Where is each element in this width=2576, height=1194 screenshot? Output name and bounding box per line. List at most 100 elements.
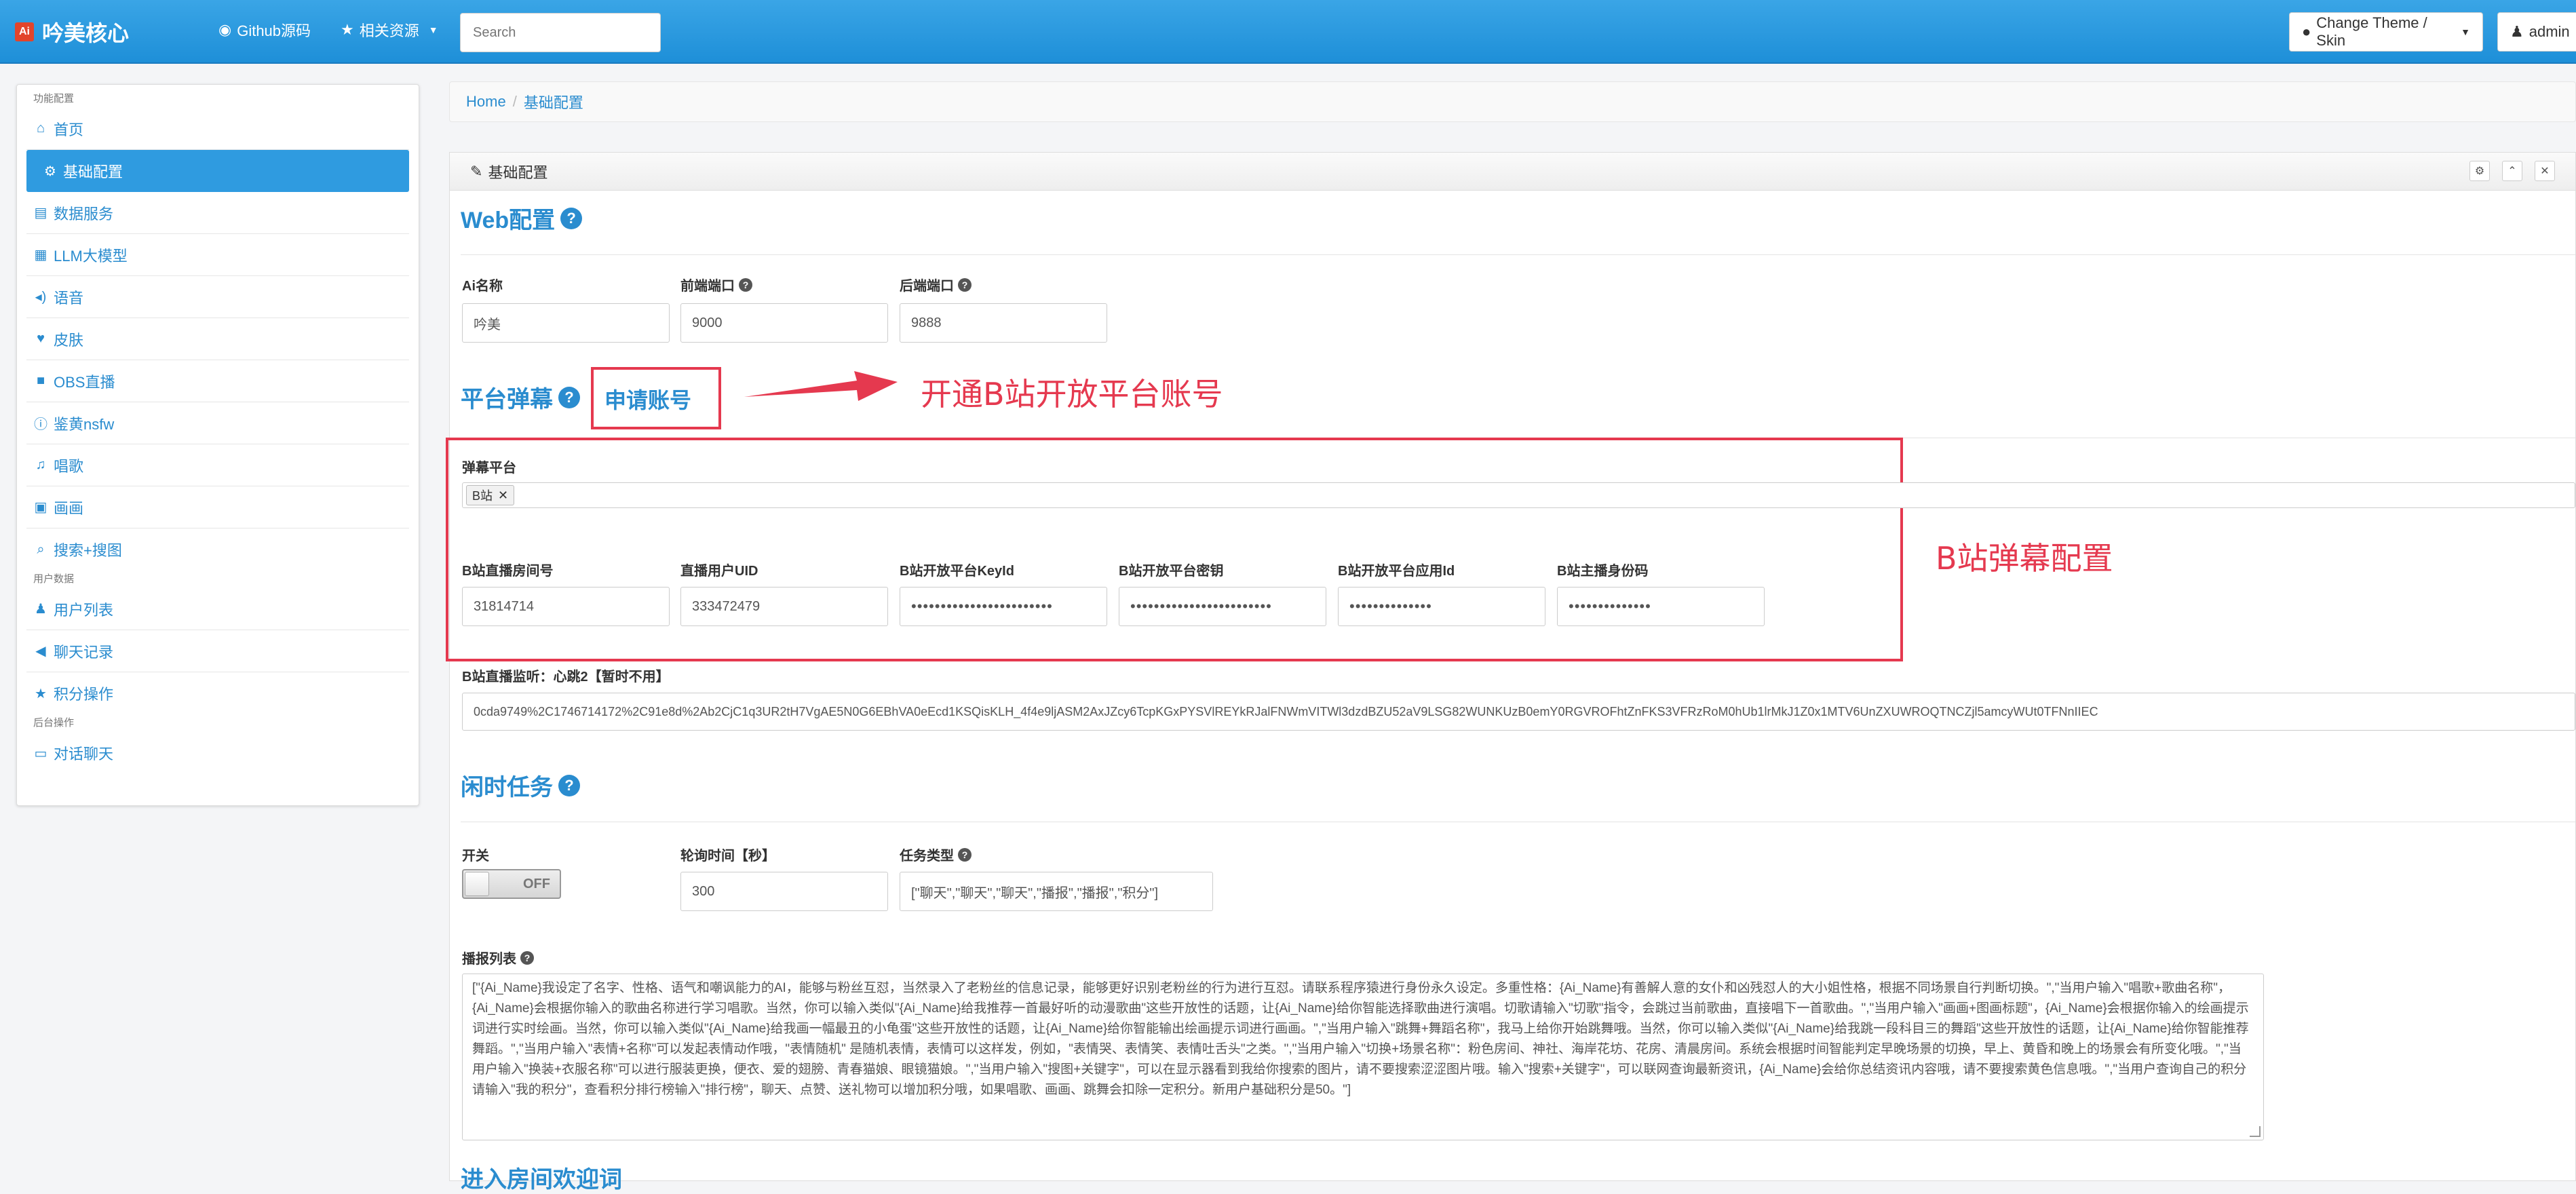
secret-input[interactable]: •••••••••••••••••••••••• — [1119, 587, 1326, 626]
back-port-label: 后端端口? — [900, 275, 972, 294]
idle-switch-toggle[interactable]: OFF — [462, 869, 561, 899]
star-icon: ★ — [341, 21, 354, 38]
keyid-input[interactable]: •••••••••••••••••••••••• — [900, 587, 1107, 626]
sidebar-item-label: 聊天记录 — [54, 643, 114, 661]
sidebar-item-points[interactable]: ★ 积分操作 — [26, 672, 409, 714]
caret-down-icon: ▼ — [428, 24, 438, 35]
sidebar-item-basic-config[interactable]: ⚙ 基础配置 — [26, 150, 409, 192]
ai-name-input[interactable]: 吟美 — [462, 303, 670, 343]
grid-icon: ▦ — [34, 248, 47, 263]
breadcrumb-home[interactable]: Home — [466, 93, 506, 111]
search-input[interactable] — [460, 13, 661, 52]
ai-name-label-text: Ai名称 — [462, 279, 503, 294]
tint-icon: ● — [2302, 23, 2311, 40]
anchor-code-label: B站主播身份码 — [1557, 560, 1648, 579]
resize-handle[interactable] — [2250, 1126, 2261, 1137]
platform-label: 弹幕平台 — [462, 457, 516, 476]
broadcast-label: 播报列表? — [462, 948, 534, 967]
help-icon[interactable]: ? — [558, 774, 580, 796]
help-icon[interactable]: ? — [958, 847, 972, 862]
keyid-label-text: B站开放平台KeyId — [900, 564, 1014, 579]
appid-input[interactable]: •••••••••••••• — [1338, 587, 1545, 626]
close-icon[interactable]: ✕ — [2535, 161, 2555, 181]
annotation-open-account: 开通B站开放平台账号 — [921, 376, 1223, 412]
help-icon[interactable]: ? — [958, 277, 972, 292]
monitor-input[interactable]: 0cda9749%2C1746714172%2C91e8d%2Ab2CjC1q3… — [462, 693, 2575, 731]
platform-multiselect[interactable] — [462, 482, 2575, 508]
idle-task-title-text: 闲时任务 — [461, 775, 553, 801]
brand[interactable]: Ai 吟美核心 — [15, 18, 129, 46]
caret-down-icon: ▼ — [2461, 26, 2470, 37]
back-port-input[interactable]: 9888 — [900, 303, 1107, 343]
uid-input[interactable]: 333472479 — [680, 587, 888, 626]
broadcast-label-text: 播报列表 — [462, 952, 516, 967]
panel-tools: ⚙ ⌃ ✕ — [2469, 161, 2555, 181]
help-icon[interactable]: ? — [520, 950, 534, 965]
sidebar-item-home[interactable]: ⌂ 首页 — [26, 108, 409, 150]
sidebar-item-nsfw[interactable]: ⓘ 鉴黄nsfw — [26, 402, 409, 444]
chevron-up-icon[interactable]: ⌃ — [2502, 161, 2522, 181]
sidebar-item-sing[interactable]: ♫ 唱歌 — [26, 444, 409, 486]
sidebar-item-user-list[interactable]: ♟ 用户列表 — [26, 588, 409, 630]
anchor-code-input[interactable]: •••••••••••••• — [1557, 587, 1765, 626]
sidebar-item-obs[interactable]: ■ OBS直播 — [26, 360, 409, 402]
broadcast-textarea[interactable]: ["{Ai_Name}我设定了名字、性格、语气和嘲讽能力的AI，能够与粉丝互怼，… — [462, 974, 2264, 1140]
close-icon[interactable]: ✕ — [498, 488, 508, 503]
panel-title: 基础配置 — [488, 163, 548, 181]
sidebar-item-chat-log[interactable]: ◀ 聊天记录 — [26, 630, 409, 672]
task-type-input[interactable]: ["聊天","聊天","聊天","播报","播报","积分"] — [900, 872, 1213, 911]
room-label-text: B站直播房间号 — [462, 564, 554, 579]
front-port-input[interactable]: 9000 — [680, 303, 888, 343]
sidebar-item-search[interactable]: ⌕ 搜索+搜图 — [26, 528, 409, 571]
user-icon: ♟ — [35, 602, 47, 617]
sidebar-item-label: 首页 — [54, 121, 84, 138]
video-icon: ■ — [36, 373, 45, 388]
sidebar-item-llm[interactable]: ▦ LLM大模型 — [26, 234, 409, 276]
web-config-title: Web配置 ? — [461, 201, 583, 235]
breadcrumb-separator: / — [512, 93, 517, 110]
sidebar-item-label: OBS直播 — [54, 373, 115, 391]
secret-label: B站开放平台密钥 — [1119, 560, 1223, 579]
sidebar-item-draw[interactable]: ▣ 画画 — [26, 486, 409, 528]
help-icon[interactable]: ? — [739, 277, 752, 292]
sidebar-item-dialog[interactable]: ▭ 对话聊天 — [26, 732, 409, 774]
help-icon[interactable]: ? — [560, 207, 583, 229]
resources-label: 相关资源 — [359, 22, 419, 39]
danmu-title: 平台弹幕 ? — [461, 381, 580, 414]
apply-account-link[interactable]: 申请账号 — [604, 383, 691, 415]
appid-label-text: B站开放平台应用Id — [1338, 564, 1455, 579]
sidebar-item-data-service[interactable]: ▤ 数据服务 — [26, 192, 409, 234]
sidebar-item-label: 皮肤 — [54, 331, 84, 349]
sidebar-item-label: 唱歌 — [54, 457, 84, 475]
github-link[interactable]: ◉ Github源码 — [218, 19, 311, 41]
sidebar: 功能配置 ⌂ 首页 ⚙ 基础配置 ▤ 数据服务 ▦ LLM大模型 ◂) 语音 ♥ 皮肤 ■ O… — [16, 84, 419, 806]
user-menu-button[interactable]: ♟ admin — [2497, 12, 2576, 52]
sidebar-item-label: 对话聊天 — [54, 746, 114, 763]
uid-label-text: 直播用户UID — [680, 564, 758, 579]
breadcrumb-current[interactable]: 基础配置 — [524, 91, 583, 113]
poll-time-label-text: 轮询时间【秒】 — [680, 849, 775, 864]
room-input[interactable]: 31814714 — [462, 587, 670, 626]
sidebar-header-user: 用户数据 — [33, 573, 75, 585]
poll-time-input[interactable]: 300 — [680, 872, 888, 911]
danmu-config-highlight-box — [446, 438, 1903, 661]
change-theme-label: Change Theme / Skin — [2316, 14, 2427, 49]
room-label: B站直播房间号 — [462, 560, 553, 579]
change-theme-button[interactable]: ● Change Theme / Skin ▼ — [2289, 12, 2483, 52]
help-icon[interactable]: ? — [558, 386, 580, 408]
settings-icon[interactable]: ⚙ — [2469, 161, 2490, 181]
home-icon: ⌂ — [36, 121, 45, 136]
edit-icon: ✎ — [470, 162, 483, 180]
resources-dropdown[interactable]: ★ 相关资源 ▼ — [341, 19, 438, 41]
divider — [461, 254, 2575, 255]
poll-time-label: 轮询时间【秒】 — [680, 845, 775, 864]
picture-icon: ▣ — [34, 500, 47, 515]
sidebar-item-voice[interactable]: ◂) 语音 — [26, 276, 409, 318]
uid-label: 直播用户UID — [680, 560, 758, 579]
web-config-title-text: Web配置 — [461, 208, 556, 233]
sidebar-item-skin[interactable]: ♥ 皮肤 — [26, 318, 409, 360]
sidebar-header-func: 功能配置 — [33, 93, 75, 104]
comments-icon: ▭ — [34, 746, 47, 761]
user-icon: ♟ — [2510, 23, 2524, 40]
switch-label-text: 开关 — [462, 849, 489, 864]
